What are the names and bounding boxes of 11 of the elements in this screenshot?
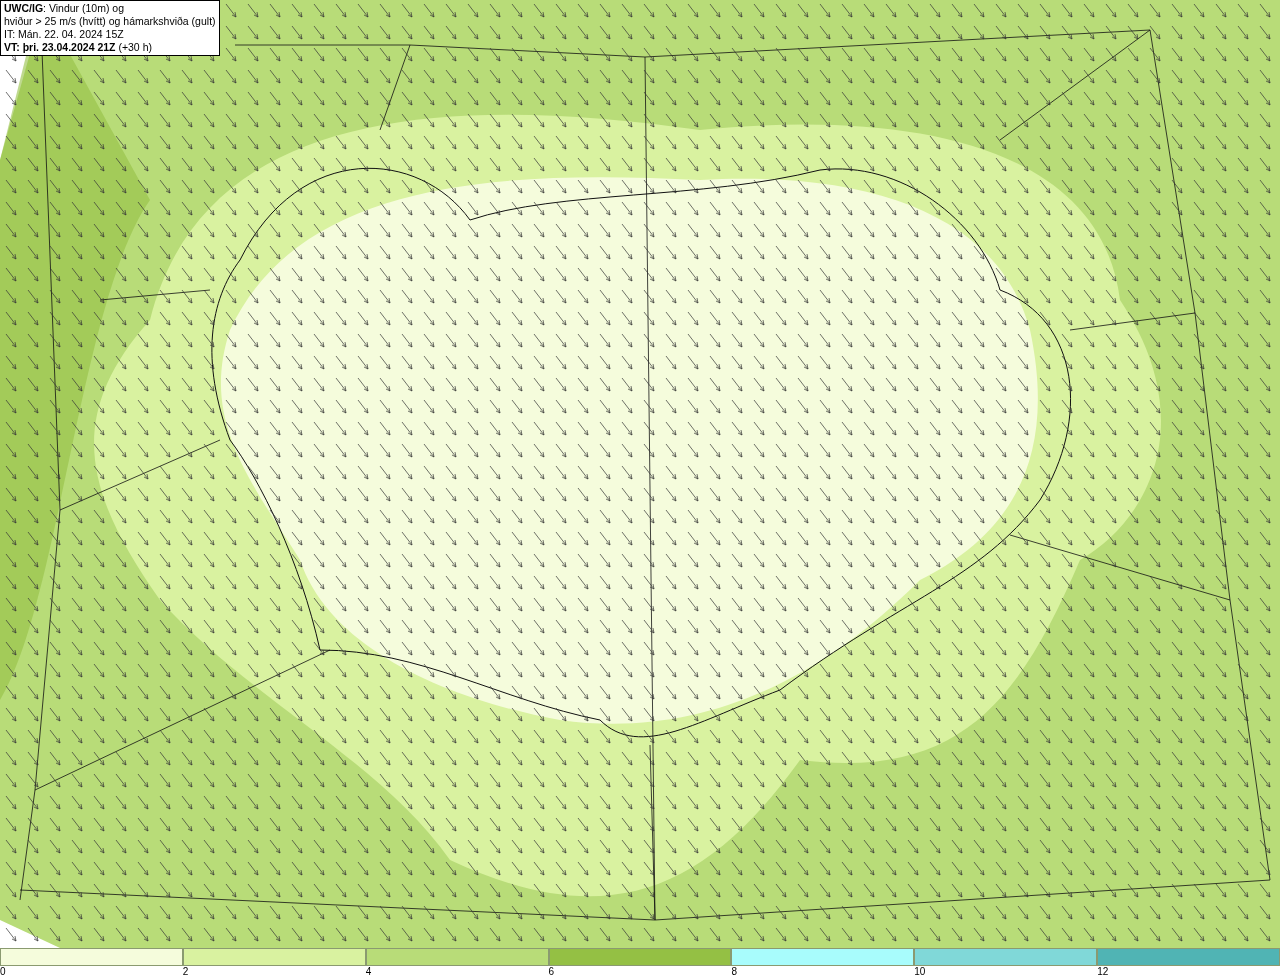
tick-label: 10 xyxy=(914,966,926,977)
tick-label: 6 xyxy=(548,966,555,977)
tick-label: 8 xyxy=(731,966,737,977)
legend-text: UWC/IG: Vindur (10m) og xyxy=(4,2,125,15)
tick-label: 4 xyxy=(365,966,372,977)
legend-text: hviður > 25 m/s (hvítt) og hámarkshviða (gult) xyxy=(4,15,216,28)
tick-label: 0 xyxy=(0,966,6,977)
tick-label: 12 xyxy=(1097,966,1109,977)
tick-label: 2 xyxy=(182,966,189,977)
legend-text: IT: Mán. 22. 04. 2024 15Z xyxy=(4,28,125,41)
legend-text: VT: þri. 23.04.2024 21Z (+30 h) xyxy=(4,41,153,54)
